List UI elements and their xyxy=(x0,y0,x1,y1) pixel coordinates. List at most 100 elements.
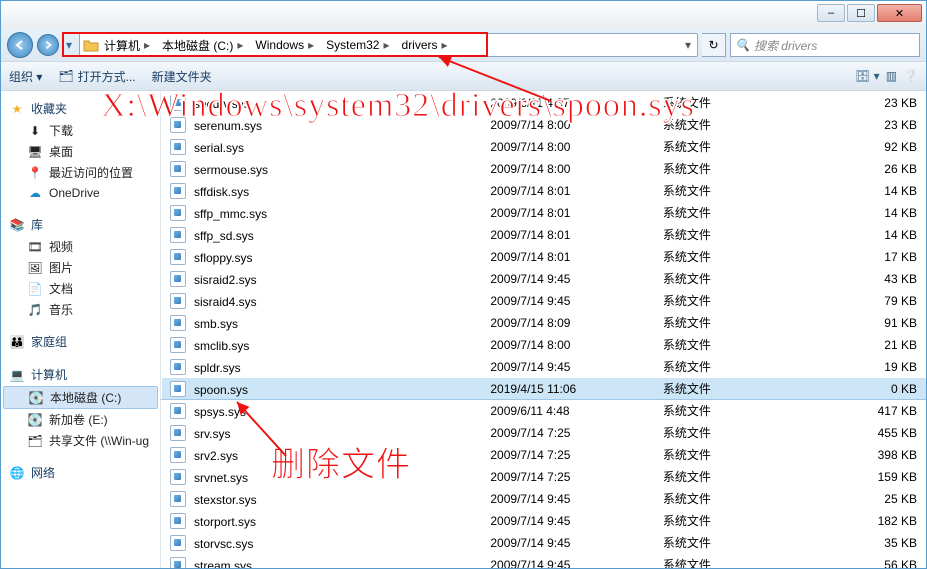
onedrive-icon: ☁ xyxy=(27,185,43,201)
nav-computer-header[interactable]: 💻计算机 xyxy=(1,363,160,386)
nav-videos[interactable]: 🎞视频 xyxy=(1,236,160,257)
file-name: storvsc.sys xyxy=(194,537,253,551)
table-row[interactable]: secdrv.sys2009/6/11 4:37系统文件23 KB xyxy=(162,92,926,114)
table-row[interactable]: srv2.sys2009/7/14 7:25系统文件398 KB xyxy=(162,444,926,466)
table-row[interactable]: serial.sys2009/7/14 8:00系统文件92 KB xyxy=(162,136,926,158)
open-with-icon: 🗂 xyxy=(58,69,73,83)
file-name: sfloppy.sys xyxy=(194,251,252,265)
file-size: 56 KB xyxy=(802,554,925,569)
nav-network-header[interactable]: 🌐网络 xyxy=(1,461,160,484)
file-icon xyxy=(170,183,186,199)
nav-disk-e[interactable]: 💽新加卷 (E:) xyxy=(1,409,160,430)
file-type: 系统文件 xyxy=(654,532,802,554)
table-row[interactable]: sffdisk.sys2009/7/14 8:01系统文件14 KB xyxy=(162,180,926,202)
breadcrumb-computer[interactable]: 计算机▸ xyxy=(100,34,158,56)
file-date: 2009/7/14 8:09 xyxy=(482,312,655,334)
table-row[interactable]: spsys.sys2009/6/11 4:48系统文件417 KB xyxy=(162,400,926,422)
table-row[interactable]: spoon.sys2019/4/15 11:06系统文件0 KB xyxy=(162,378,926,400)
file-name: srv2.sys xyxy=(194,449,238,463)
file-date: 2009/6/11 4:37 xyxy=(482,92,655,114)
file-size: 19 KB xyxy=(802,356,925,378)
breadcrumb-windows[interactable]: Windows▸ xyxy=(251,34,322,56)
file-date: 2009/7/14 7:25 xyxy=(482,444,655,466)
maximize-button[interactable]: ☐ xyxy=(847,4,875,22)
file-date: 2009/7/14 9:45 xyxy=(482,290,655,312)
file-icon xyxy=(170,205,186,221)
file-size: 0 KB xyxy=(802,378,925,400)
search-input[interactable]: 🔍 搜索 drivers xyxy=(730,33,920,57)
address-row: ▾ 计算机▸ 本地磁盘 (C:)▸ Windows▸ System32▸ dri… xyxy=(1,29,926,61)
nav-forward-button[interactable] xyxy=(37,34,59,56)
file-size: 25 KB xyxy=(802,488,925,510)
table-row[interactable]: sisraid4.sys2009/7/14 9:45系统文件79 KB xyxy=(162,290,926,312)
nav-downloads[interactable]: ⬇下载 xyxy=(1,120,160,141)
breadcrumb-drivers[interactable]: drivers▸ xyxy=(398,34,456,56)
file-date: 2009/7/14 8:00 xyxy=(482,334,655,356)
file-icon xyxy=(170,293,186,309)
open-with-button[interactable]: 🗂 打开方式... xyxy=(58,68,135,85)
file-size: 455 KB xyxy=(802,422,925,444)
file-icon xyxy=(170,381,186,397)
file-size: 21 KB xyxy=(802,334,925,356)
file-size: 17 KB xyxy=(802,246,925,268)
view-mode-button[interactable]: 🗄 ▾ xyxy=(855,69,880,83)
table-row[interactable]: smclib.sys2009/7/14 8:00系统文件21 KB xyxy=(162,334,926,356)
desktop-icon: 🖥 xyxy=(27,144,43,160)
explorer-window: – ☐ ✕ ▾ 计算机▸ 本地磁盘 (C:)▸ Windows▸ System3… xyxy=(0,0,927,569)
table-row[interactable]: stream.sys2009/7/14 9:45系统文件56 KB xyxy=(162,554,926,569)
file-type: 系统文件 xyxy=(654,312,802,334)
minimize-button[interactable]: – xyxy=(817,4,845,22)
new-folder-button[interactable]: 新建文件夹 xyxy=(152,68,212,85)
nav-music[interactable]: 🎵音乐 xyxy=(1,299,160,320)
nav-onedrive[interactable]: ☁OneDrive xyxy=(1,183,160,203)
organize-menu[interactable]: 组织 ▾ xyxy=(9,68,42,85)
nav-homegroup-header[interactable]: 👪家庭组 xyxy=(1,330,160,353)
nav-desktop[interactable]: 🖥桌面 xyxy=(1,141,160,162)
help-button[interactable]: ❔ xyxy=(903,69,918,83)
file-icon xyxy=(170,359,186,375)
table-row[interactable]: sfloppy.sys2009/7/14 8:01系统文件17 KB xyxy=(162,246,926,268)
table-row[interactable]: sffp_mmc.sys2009/7/14 8:01系统文件14 KB xyxy=(162,202,926,224)
folder-icon xyxy=(82,36,100,54)
breadcrumb-disk[interactable]: 本地磁盘 (C:)▸ xyxy=(158,34,251,56)
file-name: smb.sys xyxy=(194,317,238,331)
search-icon: 🔍 xyxy=(735,38,750,52)
table-row[interactable]: storvsc.sys2009/7/14 9:45系统文件35 KB xyxy=(162,532,926,554)
table-row[interactable]: sffp_sd.sys2009/7/14 8:01系统文件14 KB xyxy=(162,224,926,246)
file-size: 79 KB xyxy=(802,290,925,312)
address-dropdown-icon[interactable]: ▾ xyxy=(681,38,695,52)
table-row[interactable]: storport.sys2009/7/14 9:45系统文件182 KB xyxy=(162,510,926,532)
nav-favorites-header[interactable]: ★收藏夹 xyxy=(1,97,160,120)
file-type: 系统文件 xyxy=(654,334,802,356)
nav-recent[interactable]: 📍最近访问的位置 xyxy=(1,162,160,183)
nav-pictures[interactable]: 🖼图片 xyxy=(1,257,160,278)
nav-disk-c[interactable]: 💽本地磁盘 (C:) xyxy=(3,386,158,409)
file-name: serial.sys xyxy=(194,141,244,155)
table-row[interactable]: serenum.sys2009/7/14 8:00系统文件23 KB xyxy=(162,114,926,136)
breadcrumb-system32[interactable]: System32▸ xyxy=(322,34,397,56)
refresh-button[interactable]: ↻ xyxy=(702,33,726,57)
file-date: 2009/7/14 9:45 xyxy=(482,356,655,378)
nav-history-dropdown[interactable]: ▾ xyxy=(63,33,75,57)
nav-documents[interactable]: 📄文档 xyxy=(1,278,160,299)
address-bar[interactable]: 计算机▸ 本地磁盘 (C:)▸ Windows▸ System32▸ drive… xyxy=(79,33,698,57)
close-button[interactable]: ✕ xyxy=(877,4,922,22)
table-row[interactable]: srv.sys2009/7/14 7:25系统文件455 KB xyxy=(162,422,926,444)
table-row[interactable]: smb.sys2009/7/14 8:09系统文件91 KB xyxy=(162,312,926,334)
file-name: srvnet.sys xyxy=(194,471,248,485)
file-type: 系统文件 xyxy=(654,290,802,312)
preview-pane-button[interactable]: ▥ xyxy=(886,69,897,83)
nav-back-button[interactable] xyxy=(7,32,33,58)
file-type: 系统文件 xyxy=(654,180,802,202)
table-row[interactable]: sermouse.sys2009/7/14 8:00系统文件26 KB xyxy=(162,158,926,180)
table-row[interactable]: srvnet.sys2009/7/14 7:25系统文件159 KB xyxy=(162,466,926,488)
file-type: 系统文件 xyxy=(654,246,802,268)
nav-libraries-header[interactable]: 📚库 xyxy=(1,213,160,236)
file-list-pane[interactable]: secdrv.sys2009/6/11 4:37系统文件23 KBserenum… xyxy=(161,91,926,568)
table-row[interactable]: sisraid2.sys2009/7/14 9:45系统文件43 KB xyxy=(162,268,926,290)
window-controls: – ☐ ✕ xyxy=(817,4,922,26)
file-date: 2009/7/14 8:01 xyxy=(482,224,655,246)
nav-netshare[interactable]: 🗂共享文件 (\\Win-ug xyxy=(1,430,160,451)
table-row[interactable]: stexstor.sys2009/7/14 9:45系统文件25 KB xyxy=(162,488,926,510)
table-row[interactable]: spldr.sys2009/7/14 9:45系统文件19 KB xyxy=(162,356,926,378)
